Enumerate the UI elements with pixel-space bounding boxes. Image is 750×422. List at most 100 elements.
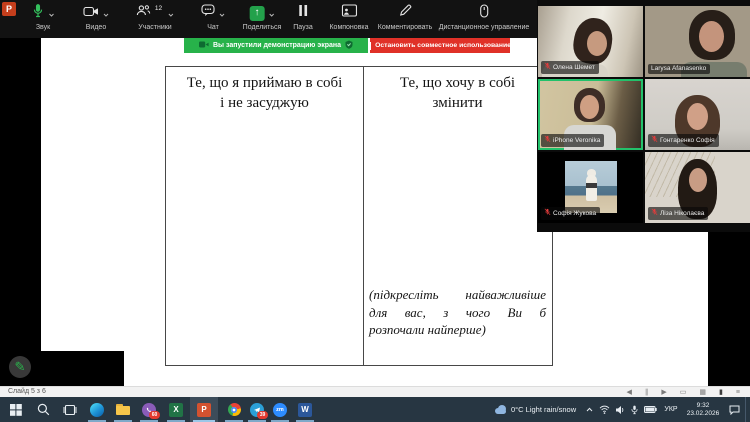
muted-mic-icon (544, 208, 551, 219)
participants-count-badge: 12 (155, 5, 162, 12)
video-tile-hontarenko-sofiia[interactable]: Гонтаренко Софія (645, 79, 750, 150)
annotate-button[interactable]: Комментировать (378, 4, 433, 31)
participant-name-label: Ліза Ніколаєва (648, 207, 708, 220)
annotate-button-label: Комментировать (378, 24, 433, 31)
task-view-button[interactable] (58, 397, 82, 422)
chevron-down-icon[interactable] (168, 4, 174, 22)
chat-button[interactable]: Чат (201, 4, 225, 31)
powerpoint-icon[interactable]: P (190, 397, 218, 422)
layout-icon (341, 4, 357, 22)
avatar (565, 161, 617, 213)
chevron-down-icon[interactable] (219, 4, 225, 22)
pen-menu-icon[interactable]: ▭ (680, 388, 687, 396)
participant-name-label: iPhone Veronika (541, 134, 604, 147)
pause-icon (298, 4, 308, 22)
pause-share-button[interactable]: Пауза (293, 4, 312, 31)
muted-mic-icon (651, 135, 658, 146)
video-tile-sofiia-zhukova[interactable]: Софія Жукова (538, 152, 643, 223)
share-screen-icon: ↑ (250, 6, 265, 21)
weather-text: 0°C Light rain/snow (511, 405, 576, 414)
weather-cloud-icon (494, 405, 507, 414)
muted-mic-icon (544, 62, 551, 73)
network-icon[interactable] (597, 397, 612, 422)
video-button-label: Видео (86, 24, 106, 31)
word-icon[interactable]: W (293, 397, 317, 422)
telegram-icon[interactable]: 39 (245, 397, 269, 422)
stop-icon (369, 42, 371, 50)
camera-icon (83, 4, 99, 22)
previous-slide-icon[interactable]: ◀ (627, 388, 632, 396)
battery-icon[interactable] (641, 397, 659, 422)
microphone-tray-icon[interactable] (627, 397, 641, 422)
participant-name-label: Larysa Afanasenko (648, 64, 710, 74)
share-screen-button[interactable]: ↑ Поделиться (243, 4, 282, 31)
chevron-down-icon[interactable] (269, 4, 275, 22)
chevron-down-icon[interactable] (103, 4, 109, 22)
annotation-pencil-button[interactable]: ✎ (9, 356, 31, 378)
edge-icon[interactable] (85, 397, 109, 422)
table-header-left: Те, що я приймаю в собі і не засуджую (166, 73, 363, 113)
tray-chevron-icon[interactable] (581, 397, 597, 422)
viber-icon[interactable]: 60 (137, 397, 161, 422)
language-indicator[interactable]: УКР (659, 397, 683, 422)
action-center-icon[interactable] (723, 397, 745, 422)
volume-icon[interactable] (612, 397, 627, 422)
zoom-app-icon[interactable]: zm (268, 397, 292, 422)
telegram-badge: 39 (257, 411, 268, 419)
weather-widget[interactable]: 0°C Light rain/snow (494, 397, 576, 422)
audio-button-label: Звук (36, 24, 50, 31)
video-tile-larysa-afanasenko[interactable]: Larysa Afanasenko (645, 6, 750, 77)
screen: P Звук Видео (0, 0, 750, 422)
muted-mic-icon (544, 135, 551, 146)
search-button[interactable] (31, 397, 55, 422)
participants-button-label: Участники (138, 24, 171, 31)
chat-button-label: Чат (207, 24, 219, 31)
participants-icon (136, 4, 151, 22)
microphone-icon (32, 3, 45, 23)
pause-share-button-label: Пауза (293, 24, 312, 31)
powerpoint-window-icon: P (2, 2, 16, 16)
screen-sharing-banner: Вы запустили демонстрацию экрана (184, 38, 368, 53)
video-tile-liza-nikolaieva[interactable]: Ліза Ніколаєва (645, 152, 750, 223)
slideshow-view-icon[interactable]: ▮ (719, 388, 723, 396)
share-screen-button-label: Поделиться (243, 24, 282, 31)
tray-time: 9:32 (697, 402, 710, 410)
table-note: (підкресліть найважливіше для вас, з чог… (369, 286, 546, 339)
start-button[interactable] (4, 397, 28, 422)
chevron-down-icon[interactable] (49, 4, 55, 22)
stop-sharing-button[interactable]: Остановить совместное использование (370, 38, 510, 53)
menu-icon[interactable]: ≡ (736, 389, 740, 396)
show-desktop-button[interactable] (745, 397, 750, 422)
participant-name-label: Олена Шемет (541, 61, 599, 74)
excel-icon[interactable]: X (164, 397, 188, 422)
annotation-toolbar-box: ✎ (0, 351, 124, 386)
audio-button[interactable]: Звук (32, 4, 55, 31)
next-slide-icon[interactable]: ▶ (661, 388, 666, 396)
file-explorer-icon[interactable] (111, 397, 135, 422)
layout-button[interactable]: Компоновка (329, 4, 368, 31)
video-tile-olena-shemet[interactable]: Олена Шемет (538, 6, 643, 77)
participant-name-label: Софія Жукова (541, 207, 600, 220)
remote-control-button[interactable]: Дистанционное управление (439, 4, 530, 31)
video-tile-iphone-veronika[interactable]: iPhone Veronika (538, 79, 643, 150)
tray-date: 23.02.2026 (687, 410, 720, 418)
slide-table: Те, що я приймаю в собі і не засуджую Те… (165, 66, 553, 366)
participant-name-label: Гонтаренко Софія (648, 134, 719, 147)
all-slides-icon[interactable]: ▦ (699, 388, 706, 396)
layout-button-label: Компоновка (329, 24, 368, 31)
slide-counter: Слайд 5 з 6 (8, 388, 46, 395)
clock[interactable]: 9:32 23.02.2026 (683, 397, 723, 422)
remote-control-button-label: Дистанционное управление (439, 24, 530, 31)
chrome-icon[interactable] (222, 397, 246, 422)
video-button[interactable]: Видео (83, 4, 109, 31)
remote-control-mouse-icon (480, 4, 489, 23)
zoom-meeting-toolbar: P Звук Видео (0, 0, 537, 38)
table-header-right: Те, що хочу в собі змінити (363, 73, 552, 113)
participants-button[interactable]: 12 Участники (136, 4, 174, 31)
participants-video-panel: Олена Шемет Larysa Afanasenko iPhone Ver… (537, 0, 750, 232)
shield-check-icon[interactable] (345, 40, 353, 51)
presentation-status-bar: Слайд 5 з 6 ◀ ∥ ▶ ▭ ▦ ▮ ≡ (0, 386, 750, 397)
pause-show-icon[interactable]: ∥ (645, 388, 649, 396)
muted-mic-icon (651, 208, 658, 219)
annotate-pencil-icon (399, 4, 412, 22)
